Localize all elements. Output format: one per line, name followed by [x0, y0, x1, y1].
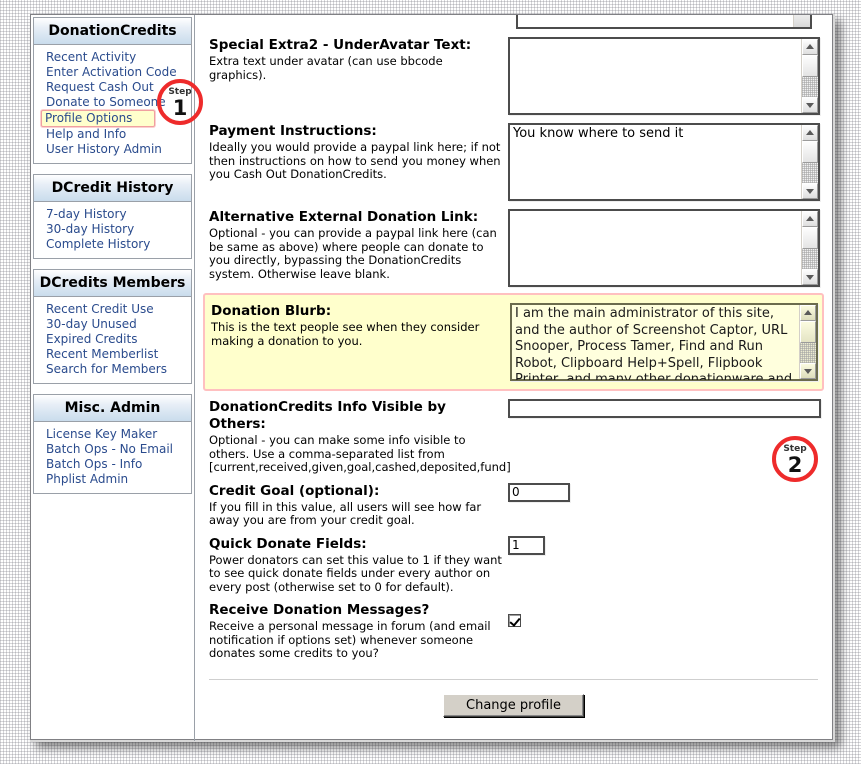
sidebar-item-phplist-admin[interactable]: Phplist Admin [44, 472, 191, 487]
scroll-up-icon[interactable] [802, 211, 818, 227]
sidebar-item-profile-options[interactable]: Profile Options [41, 110, 156, 127]
sidebar-block-dcredit-history: DCredit History 7-day History 30-day His… [33, 174, 192, 259]
sidebar-item-30-day-unused[interactable]: 30-day Unused [44, 317, 191, 332]
scroll-down-icon[interactable] [800, 363, 816, 379]
field-title: Alternative External Donation Link: [209, 209, 479, 225]
sidebar-links-misc-admin: License Key Maker Batch Ops - No Email B… [34, 422, 191, 493]
profile-options-form: Special Extra2 - UnderAvatar Text: Extra… [195, 15, 832, 739]
sidebar-heading-donationcredits: DonationCredits [34, 18, 191, 45]
field-row-quick-donate: Quick Donate Fields: Power donators can … [203, 528, 824, 595]
donation-blurb-textarea[interactable]: I am the main administrator of this site… [510, 303, 818, 381]
field-row-payment-instructions: Payment Instructions: Ideally you would … [203, 115, 824, 201]
step-2-number: 2 [787, 453, 803, 477]
sidebar-item-30-day-history[interactable]: 30-day History [44, 222, 191, 237]
scroll-up-icon[interactable] [802, 125, 818, 141]
sidebar-heading-dcredit-history: DCredit History [34, 175, 191, 202]
field-label-credit-goal: Credit Goal (optional): If you fill in t… [203, 483, 508, 528]
scrollbar-thumb[interactable] [802, 227, 818, 249]
scrollbar[interactable] [801, 125, 818, 199]
field-row-donation-blurb: Donation Blurb: This is the text people … [203, 293, 824, 391]
alt-donation-link-textarea[interactable] [508, 209, 820, 287]
field-description: Optional - you can provide a paypal link… [209, 226, 497, 281]
sidebar-block-misc-admin: Misc. Admin License Key Maker Batch Ops … [33, 394, 192, 494]
field-label-alt-donation-link: Alternative External Donation Link: Opti… [203, 209, 508, 281]
receive-messages-checkbox[interactable] [508, 614, 521, 627]
scrollbar[interactable] [801, 39, 818, 113]
sidebar-links-dcredit-history: 7-day History 30-day History Complete Hi… [34, 202, 191, 258]
field-description: Ideally you would provide a paypal link … [209, 140, 501, 181]
scroll-up-icon[interactable] [802, 39, 818, 55]
sidebar-block-dcredits-members: DCredits Members Recent Credit Use 30-da… [33, 269, 192, 384]
field-title: Credit Goal (optional): [209, 482, 380, 499]
field-title: Payment Instructions: [209, 123, 377, 139]
sidebar-item-7-day-history[interactable]: 7-day History [44, 207, 191, 222]
field-label-receive-messages: Receive Donation Messages? Receive a per… [203, 602, 508, 661]
sidebar-heading-misc-admin: Misc. Admin [34, 395, 191, 422]
field-row-special-extra2: Special Extra2 - UnderAvatar Text: Extra… [203, 29, 824, 115]
donation-blurb-value: I am the main administrator of this site… [515, 306, 793, 380]
sidebar-item-recent-credit-use[interactable]: Recent Credit Use [44, 302, 191, 317]
field-title: DonationCredits Info Visible by Others: [209, 399, 446, 432]
quick-donate-input[interactable] [508, 535, 545, 555]
credit-goal-input[interactable] [508, 482, 570, 502]
scroll-down-icon[interactable] [802, 269, 818, 285]
page-frame: DonationCredits Recent Activity Enter Ac… [30, 14, 833, 741]
info-visible-input[interactable] [508, 399, 821, 418]
field-label-info-visible: DonationCredits Info Visible by Others: … [203, 399, 511, 475]
sidebar-item-recent-memberlist[interactable]: Recent Memberlist [44, 347, 191, 362]
sidebar-links-dcredits-members: Recent Credit Use 30-day Unused Expired … [34, 297, 191, 383]
field-title: Special Extra2 - UnderAvatar Text: [209, 37, 472, 53]
field-title: Donation Blurb: [211, 303, 332, 319]
sidebar-item-complete-history[interactable]: Complete History [44, 237, 191, 252]
field-label-donation-blurb: Donation Blurb: This is the text people … [205, 303, 510, 348]
scroll-up-icon[interactable] [800, 305, 816, 321]
scrollbar-partial[interactable] [793, 15, 810, 27]
field-description: Receive a personal message in forum (and… [209, 619, 491, 660]
field-row-credit-goal: Credit Goal (optional): If you fill in t… [203, 475, 824, 528]
step-1-number: 1 [172, 96, 188, 120]
annotation-step-2: Step 2 [772, 436, 818, 482]
field-description: Power donators can set this value to 1 i… [209, 552, 502, 594]
field-label-special-extra2: Special Extra2 - UnderAvatar Text: Extra… [203, 37, 508, 82]
sidebar-item-batch-ops-info[interactable]: Batch Ops - Info [44, 457, 191, 472]
field-row-alt-donation-link: Alternative External Donation Link: Opti… [203, 201, 824, 287]
field-row-info-visible: DonationCredits Info Visible by Others: … [203, 391, 824, 475]
sidebar-item-search-for-members[interactable]: Search for Members [44, 362, 191, 377]
field-label-quick-donate: Quick Donate Fields: Power donators can … [203, 536, 508, 595]
payment-instructions-value: You know where to send it [513, 126, 684, 141]
sidebar-item-batch-ops-no-email[interactable]: Batch Ops - No Email [44, 442, 191, 457]
scrollbar[interactable] [801, 211, 818, 285]
sidebar-item-help-and-info[interactable]: Help and Info [44, 127, 191, 142]
scrollbar-thumb[interactable] [800, 321, 816, 343]
scroll-down-icon[interactable] [802, 183, 818, 199]
sidebar-item-recent-activity[interactable]: Recent Activity [44, 50, 191, 65]
special-extra2-textarea[interactable] [508, 37, 820, 115]
scrollbar-thumb[interactable] [802, 55, 818, 77]
scrollbar-thumb[interactable] [802, 141, 818, 163]
sidebar-item-enter-activation-code[interactable]: Enter Activation Code [44, 65, 191, 80]
field-title: Quick Donate Fields: [209, 535, 367, 552]
field-row-receive-messages: Receive Donation Messages? Receive a per… [203, 594, 824, 661]
annotation-step-1: Step 1 [157, 79, 203, 125]
sidebar-item-license-key-maker[interactable]: License Key Maker [44, 427, 191, 442]
change-profile-button[interactable]: Change profile [443, 693, 584, 717]
sidebar-heading-dcredits-members: DCredits Members [34, 270, 191, 297]
payment-instructions-textarea[interactable]: You know where to send it [508, 123, 820, 201]
field-description: This is the text people see when they co… [211, 320, 480, 348]
field-title: Receive Donation Messages? [209, 602, 430, 618]
sidebar-item-expired-credits[interactable]: Expired Credits [44, 332, 191, 347]
scrollbar[interactable] [799, 305, 816, 379]
field-label-payment-instructions: Payment Instructions: Ideally you would … [203, 123, 508, 182]
field-description: Extra text under avatar (can use bbcode … [209, 54, 443, 82]
scroll-down-icon[interactable] [802, 97, 818, 113]
field-description: If you fill in this value, all users wil… [209, 499, 482, 527]
previous-field-textarea-partial[interactable] [516, 15, 812, 29]
field-description: Optional - you can make some info visibl… [209, 433, 511, 474]
sidebar-item-user-history-admin[interactable]: User History Admin [44, 142, 191, 157]
